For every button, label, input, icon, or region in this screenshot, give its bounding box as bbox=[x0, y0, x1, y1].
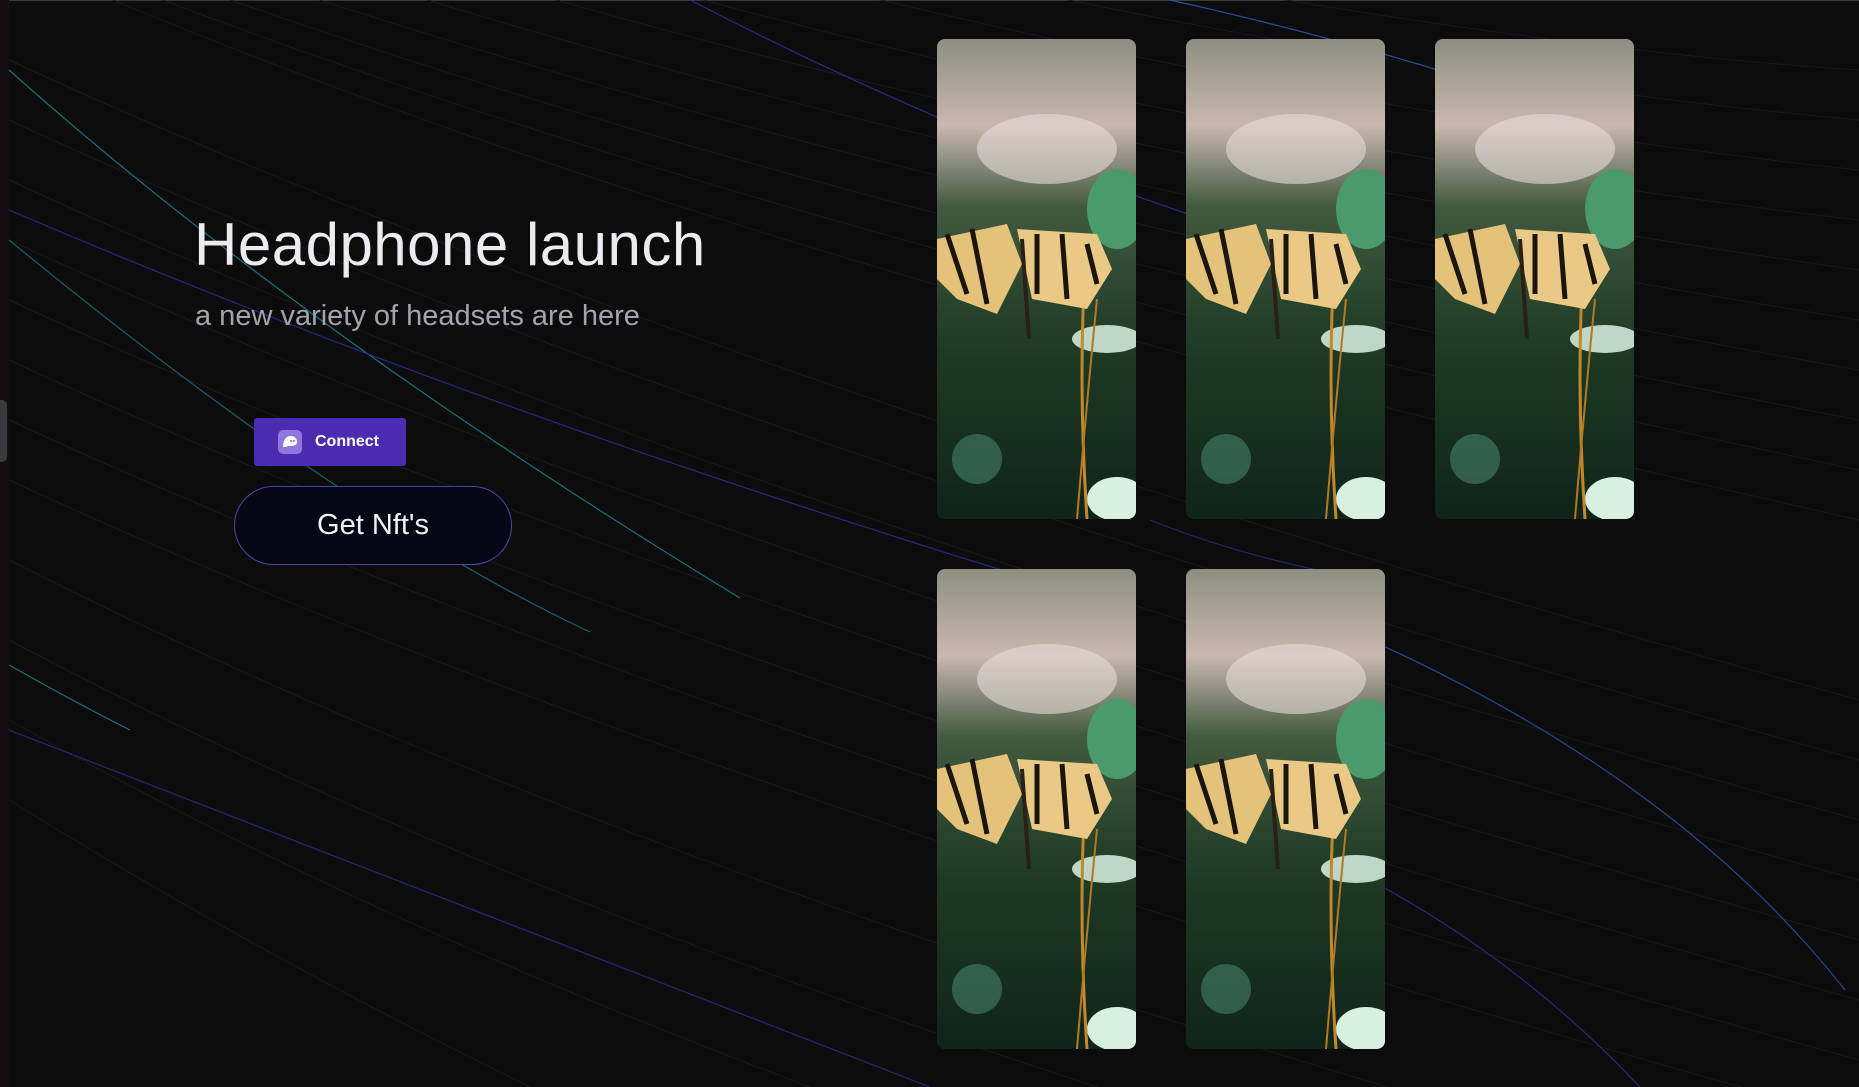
nft-card[interactable] bbox=[937, 39, 1136, 519]
get-nfts-button[interactable]: Get Nft's bbox=[234, 486, 512, 565]
nft-card[interactable] bbox=[1435, 39, 1634, 519]
butterfly-image bbox=[1186, 39, 1385, 519]
hero-title: Headphone launch bbox=[194, 211, 706, 278]
butterfly-image bbox=[937, 39, 1136, 519]
page: Headphone launch a new variety of headse… bbox=[0, 0, 1859, 1087]
hero-subtitle: a new variety of headsets are here bbox=[195, 300, 640, 332]
nft-card[interactable] bbox=[1186, 569, 1385, 1049]
wallet-ghost-icon bbox=[278, 430, 302, 454]
butterfly-image bbox=[937, 569, 1136, 1049]
connect-wallet-button[interactable]: Connect bbox=[254, 418, 406, 466]
nft-card[interactable] bbox=[937, 569, 1136, 1049]
connect-button-label: Connect bbox=[315, 433, 379, 450]
butterfly-image bbox=[1435, 39, 1634, 519]
butterfly-image bbox=[1186, 569, 1385, 1049]
nft-card[interactable] bbox=[1186, 39, 1385, 519]
